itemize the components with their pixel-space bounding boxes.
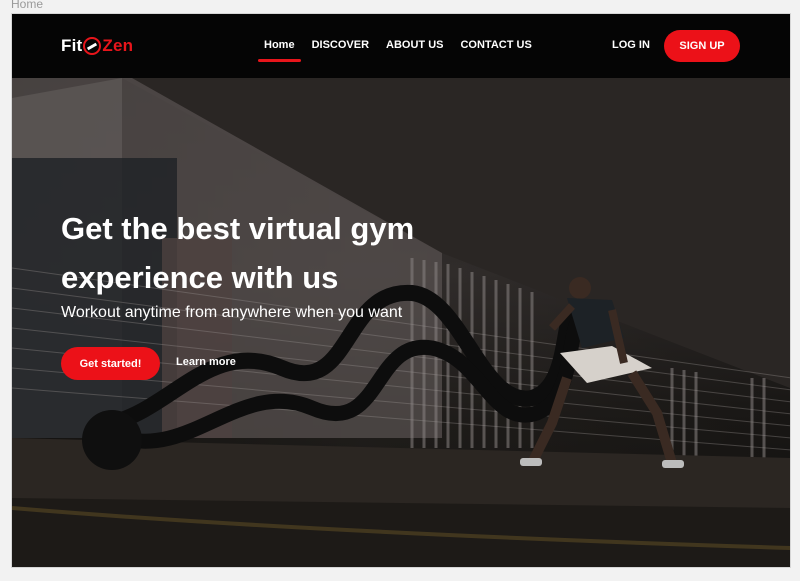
nav-link-contact-us[interactable]: CONTACT US — [460, 39, 531, 51]
hero-title: Get the best virtual gym experience with… — [61, 211, 415, 295]
learn-more-link[interactable]: Learn more — [176, 356, 236, 368]
nav-link-about-us[interactable]: ABOUT US — [386, 39, 443, 51]
top-navbar: Fit Zen Home DISCOVER ABOUT US CONTACT U… — [12, 14, 790, 78]
signup-button[interactable]: SIGN UP — [664, 30, 740, 62]
logo-text-zen: Zen — [102, 36, 134, 55]
hero-subtitle: Workout anytime from anywhere when you w… — [61, 304, 403, 321]
dumbbell-icon — [83, 37, 102, 55]
hero-section: Get the best virtual gym experience with… — [12, 78, 790, 567]
hero-background-image — [12, 78, 790, 567]
brand-logo[interactable]: Fit Zen — [61, 36, 133, 56]
main-nav: Home DISCOVER ABOUT US CONTACT US — [258, 39, 532, 62]
nav-link-discover[interactable]: DISCOVER — [312, 39, 369, 51]
rope-anchor — [82, 410, 142, 470]
login-link[interactable]: LOG IN — [612, 39, 650, 51]
browser-viewport: Fit Zen Home DISCOVER ABOUT US CONTACT U… — [11, 13, 791, 568]
page-tab-label: Home — [11, 0, 44, 11]
nav-link-home[interactable]: Home — [258, 39, 301, 62]
get-started-button[interactable]: Get started! — [61, 347, 160, 380]
logo-text-fit: Fit — [61, 36, 83, 55]
